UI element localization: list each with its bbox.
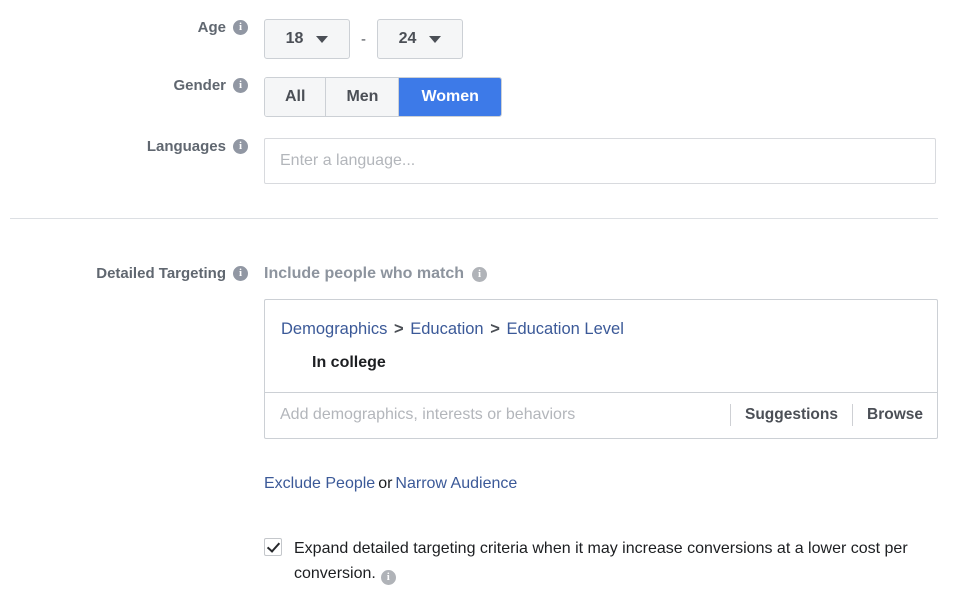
info-icon[interactable]: i — [380, 570, 396, 585]
gender-label-group: Gender i — [0, 77, 248, 94]
breadcrumb-item-education[interactable]: Education — [410, 320, 483, 338]
browse-button[interactable]: Browse — [853, 406, 937, 424]
breadcrumb-item-education-level[interactable]: Education Level — [506, 320, 623, 338]
gender-row: Gender i All Men Women — [0, 77, 956, 117]
detailed-targeting-box: Demographics > Education > Education Lev… — [264, 299, 938, 439]
chevron-down-icon — [316, 35, 329, 43]
info-icon[interactable]: i — [233, 20, 248, 35]
include-people-heading: Include people who match — [264, 265, 465, 282]
breadcrumb-item-demographics[interactable]: Demographics — [281, 320, 387, 338]
section-divider — [10, 218, 938, 219]
gender-option-women[interactable]: Women — [399, 78, 501, 116]
info-icon[interactable]: i — [472, 266, 488, 282]
gender-label: Gender — [173, 77, 226, 94]
selected-targeting-item: In college — [312, 353, 386, 371]
targeting-selection: Demographics > Education > Education Lev… — [265, 300, 937, 392]
age-max-select[interactable]: 24 — [377, 19, 463, 59]
age-row: Age i 18 - 24 — [0, 19, 956, 59]
info-icon[interactable]: i — [233, 78, 248, 93]
detailed-targeting-label: Detailed Targeting — [96, 265, 226, 282]
age-label: Age — [197, 19, 226, 36]
languages-label-group: Languages i — [0, 138, 248, 155]
expand-targeting-checkbox[interactable] — [264, 538, 282, 556]
chevron-down-icon — [429, 35, 442, 43]
breadcrumb-separator: > — [393, 320, 404, 338]
audience-refine-links: Exclude People or Narrow Audience — [264, 475, 517, 493]
breadcrumb: Demographics > Education > Education Lev… — [281, 320, 921, 340]
gender-option-men[interactable]: Men — [326, 78, 400, 116]
gender-segmented-control: All Men Women — [264, 77, 502, 117]
targeting-form-page: Age i 18 - 24 Gender i All Men Women Lan… — [0, 0, 956, 610]
age-max-value: 24 — [398, 30, 417, 47]
narrow-audience-link[interactable]: Narrow Audience — [395, 475, 517, 492]
expand-targeting-label-group: Expand detailed targeting criteria when … — [294, 536, 934, 586]
age-controls: 18 - 24 — [264, 19, 463, 59]
detailed-targeting-label-group: Detailed Targeting i — [0, 265, 248, 282]
detailed-targeting-row: Detailed Targeting i Include people who … — [0, 265, 956, 283]
languages-row: Languages i — [0, 138, 956, 184]
breadcrumb-separator: > — [490, 320, 500, 338]
exclude-people-link[interactable]: Exclude People — [264, 475, 375, 492]
links-conjunction: or — [378, 475, 393, 492]
gender-field: All Men Women — [248, 77, 502, 117]
age-min-value: 18 — [285, 30, 304, 47]
targeting-search-input[interactable] — [265, 406, 730, 425]
languages-field — [248, 138, 936, 184]
gender-option-all[interactable]: All — [265, 78, 327, 116]
info-icon[interactable]: i — [233, 139, 248, 154]
languages-label: Languages — [146, 138, 226, 155]
languages-input[interactable] — [264, 138, 936, 184]
expand-targeting-row: Expand detailed targeting criteria when … — [264, 536, 944, 586]
include-people-heading-group: Include people who match i — [248, 265, 488, 283]
info-icon[interactable]: i — [233, 266, 248, 281]
age-range-separator: - — [361, 30, 366, 48]
age-field: 18 - 24 — [248, 19, 463, 59]
targeting-search-row: Suggestions Browse — [265, 391, 937, 438]
age-label-group: Age i — [0, 19, 248, 36]
age-min-select[interactable]: 18 — [264, 19, 350, 59]
suggestions-button[interactable]: Suggestions — [731, 406, 852, 424]
